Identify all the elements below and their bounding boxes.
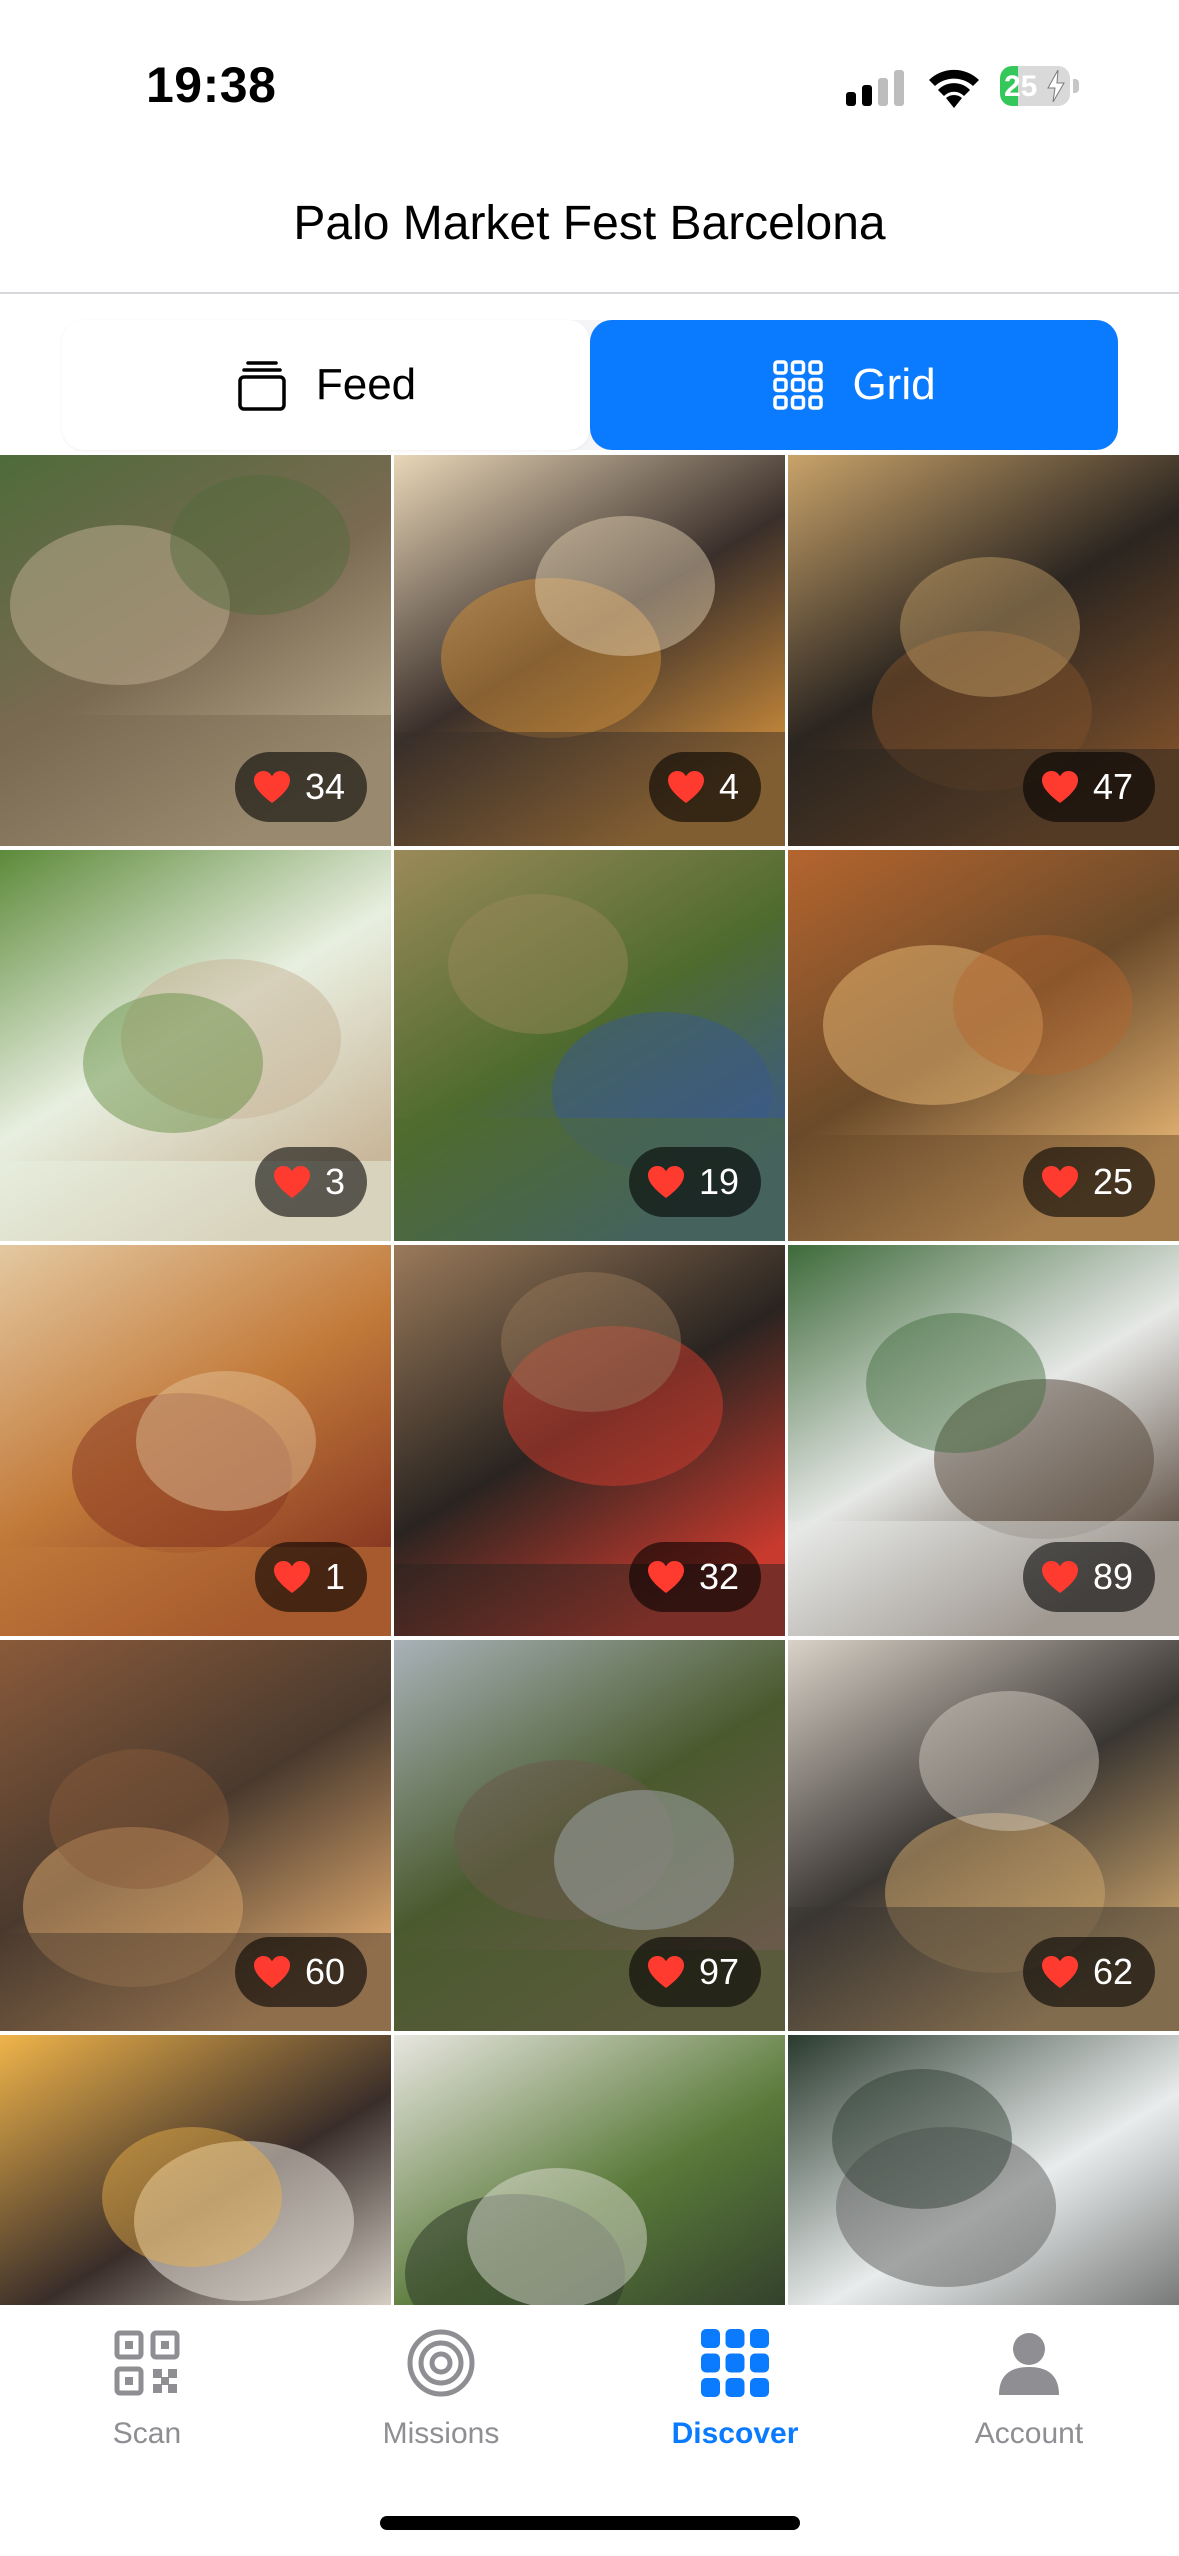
grid-icon <box>773 360 824 410</box>
photo-tile[interactable]: 40 <box>0 2035 391 2305</box>
photo-grid: 344473192513289609762406268 <box>0 455 1179 2305</box>
battery-charging-icon: 25 <box>1000 66 1080 106</box>
photo-tile[interactable]: 25 <box>788 850 1179 1241</box>
like-count: 89 <box>1092 1556 1133 1597</box>
tab-scan-label: Scan <box>112 2417 182 2450</box>
like-count-badge[interactable]: 62 <box>1022 1937 1155 2007</box>
like-count: 60 <box>304 1951 345 1992</box>
photo-tile[interactable]: 68 <box>788 2035 1179 2305</box>
header-divider <box>0 292 1179 294</box>
tab-discover[interactable]: Discover <box>588 2327 882 2451</box>
like-count: 3 <box>324 1161 345 1202</box>
status-time: 19:38 <box>146 57 277 113</box>
photo-tile[interactable]: 3 <box>0 850 391 1241</box>
like-count-badge[interactable]: 97 <box>628 1937 761 2007</box>
battery-percent: 25 <box>1004 70 1038 103</box>
heart-icon <box>253 1956 290 1988</box>
like-count-badge[interactable]: 34 <box>234 752 367 822</box>
heart-icon <box>1041 1561 1078 1593</box>
like-count: 47 <box>1092 766 1133 807</box>
grid-segment-button[interactable]: Grid <box>590 320 1118 450</box>
photo-tile[interactable]: 34 <box>0 455 391 846</box>
status-bar: 19:38 25 <box>0 0 1179 170</box>
heart-icon <box>1041 1956 1078 1988</box>
heart-icon <box>667 771 704 803</box>
tab-discover-label: Discover <box>671 2417 799 2450</box>
like-count-badge[interactable]: 1 <box>254 1542 367 1612</box>
heart-icon <box>253 771 290 803</box>
qr-code-icon <box>114 2330 180 2396</box>
stack-icon <box>238 361 286 411</box>
tab-missions-label: Missions <box>382 2417 500 2450</box>
cellular-signal-icon <box>846 70 904 106</box>
heart-icon <box>647 1166 684 1198</box>
like-count-badge[interactable]: 32 <box>628 1542 761 1612</box>
person-icon <box>999 2333 1059 2395</box>
like-count: 19 <box>698 1161 739 1202</box>
tab-scan[interactable]: Scan <box>0 2327 294 2451</box>
like-count-badge[interactable]: 3 <box>254 1147 367 1217</box>
feed-segment-label: Feed <box>315 360 417 409</box>
heart-icon <box>273 1561 310 1593</box>
bolt-icon <box>1047 70 1065 102</box>
photo-thumbnail <box>394 2035 785 2305</box>
photo-tile[interactable]: 4 <box>394 455 785 846</box>
photo-thumbnail <box>788 2035 1179 2305</box>
tab-account[interactable]: Account <box>882 2327 1176 2451</box>
wifi-icon <box>929 69 979 108</box>
like-count-badge[interactable]: 19 <box>628 1147 761 1217</box>
photo-tile[interactable]: 62 <box>394 2035 785 2305</box>
like-count-badge[interactable]: 89 <box>1022 1542 1155 1612</box>
like-count-badge[interactable]: 4 <box>648 752 761 822</box>
like-count: 62 <box>1092 1951 1133 1992</box>
like-count: 4 <box>718 766 739 807</box>
heart-icon <box>1041 1166 1078 1198</box>
photo-thumbnail <box>0 2035 391 2305</box>
like-count-badge[interactable]: 25 <box>1022 1147 1155 1217</box>
photo-tile[interactable]: 47 <box>788 455 1179 846</box>
photo-tile[interactable]: 62 <box>788 1640 1179 2031</box>
like-count: 25 <box>1092 1161 1133 1202</box>
target-icon <box>407 2329 475 2397</box>
photo-tile[interactable]: 60 <box>0 1640 391 2031</box>
tab-account-label: Account <box>974 2417 1084 2450</box>
feed-segment-button[interactable]: Feed <box>62 320 590 450</box>
like-count: 1 <box>324 1556 345 1597</box>
photo-tile[interactable]: 1 <box>0 1245 391 1636</box>
photo-tile[interactable]: 89 <box>788 1245 1179 1636</box>
heart-icon <box>647 1956 684 1988</box>
heart-icon <box>273 1166 310 1198</box>
heart-icon <box>647 1561 684 1593</box>
view-mode-segmented-control: Feed Grid <box>62 320 1118 450</box>
photo-tile[interactable]: 32 <box>394 1245 785 1636</box>
like-count: 32 <box>698 1556 739 1597</box>
like-count-badge[interactable]: 47 <box>1022 752 1155 822</box>
page-title: Palo Market Fest Barcelona <box>293 197 886 250</box>
like-count: 97 <box>698 1951 739 1992</box>
like-count: 34 <box>304 766 345 807</box>
grid-segment-label: Grid <box>852 360 936 409</box>
tab-missions[interactable]: Missions <box>294 2327 588 2451</box>
grid-icon <box>701 2329 769 2397</box>
like-count-badge[interactable]: 60 <box>234 1937 367 2007</box>
heart-icon <box>1041 771 1078 803</box>
home-indicator <box>380 2516 800 2530</box>
photo-tile[interactable]: 19 <box>394 850 785 1241</box>
photo-tile[interactable]: 97 <box>394 1640 785 2031</box>
